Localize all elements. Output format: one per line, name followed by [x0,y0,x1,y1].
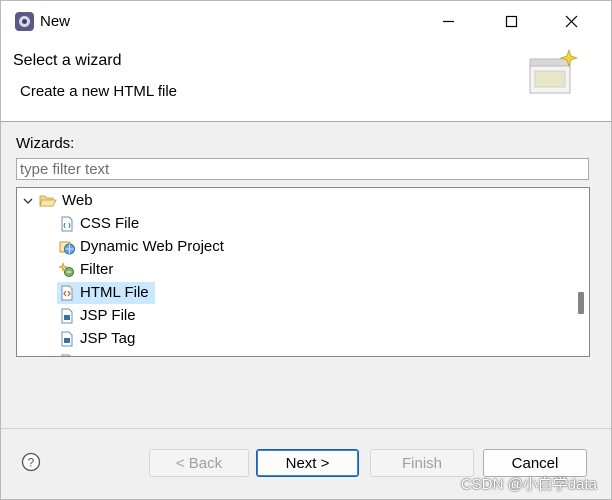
new-wizard-dialog: New Select a wizard Create a new HTML fi… [0,0,612,500]
svg-text:?: ? [28,456,35,470]
tree-item-jsp-tag[interactable]: JSP Tag [57,328,237,350]
tree-item-label: Dynamic Web Project [80,238,224,255]
tree-item-web[interactable]: Web [21,190,221,212]
tree-item-filter[interactable]: Filter [57,259,237,281]
tree-item-css-file[interactable]: CSS File [57,213,237,235]
back-button[interactable]: < Back [149,449,249,477]
wizard-header: Select a wizard Create a new HTML file [1,41,611,122]
tree-item-label: JSP Tag [80,330,136,347]
jsp-tag-icon [61,331,73,347]
wizard-tree[interactable]: Web CSS File Dynamic Web Project Filter … [16,187,590,357]
tree-item-label: JSP File [80,307,136,324]
help-icon[interactable]: ? [21,452,41,472]
page-title: Select a wizard [13,52,122,69]
maximize-button[interactable] [488,1,534,41]
jsp-file-icon [61,308,73,324]
finish-button[interactable]: Finish [370,449,474,477]
minimize-button[interactable] [425,1,471,41]
css-file-icon [61,216,73,232]
chevron-down-icon[interactable] [21,193,35,209]
minimize-icon [443,20,454,23]
tree-item-dynamic-web-project[interactable]: Dynamic Web Project [57,236,257,258]
new-wizard-banner-icon [529,48,579,94]
filter-icon [59,262,74,277]
close-button[interactable] [548,1,594,41]
scrollbar-thumb[interactable] [578,292,584,314]
tree-item-label: Filter [80,261,114,278]
html-file-icon [61,285,74,301]
eclipse-app-icon [15,12,34,31]
tree-item-html-file[interactable]: HTML File [57,282,155,304]
tree-item-jsp-file[interactable]: JSP File [57,305,237,327]
tree-item-label: HTML File [80,284,149,301]
window-title: New [40,13,71,30]
open-folder-icon [39,195,57,207]
close-icon [565,15,578,28]
maximize-icon [505,15,518,28]
page-description: Create a new HTML file [20,83,178,100]
tree-item-label: CSS File [80,215,140,232]
tree-item-partial[interactable] [57,351,237,356]
web-project-icon [59,241,75,255]
tree-scrollbar[interactable] [573,190,587,354]
title-bar: New [1,1,611,41]
watermark-text: CSDN @小白学data [460,476,597,493]
filter-input[interactable] [16,158,589,180]
footer-divider [1,428,611,429]
next-button[interactable]: Next > [256,449,359,477]
tree-item-label: Web [62,192,93,209]
file-icon [61,354,71,356]
wizards-label: Wizards: [16,135,75,152]
